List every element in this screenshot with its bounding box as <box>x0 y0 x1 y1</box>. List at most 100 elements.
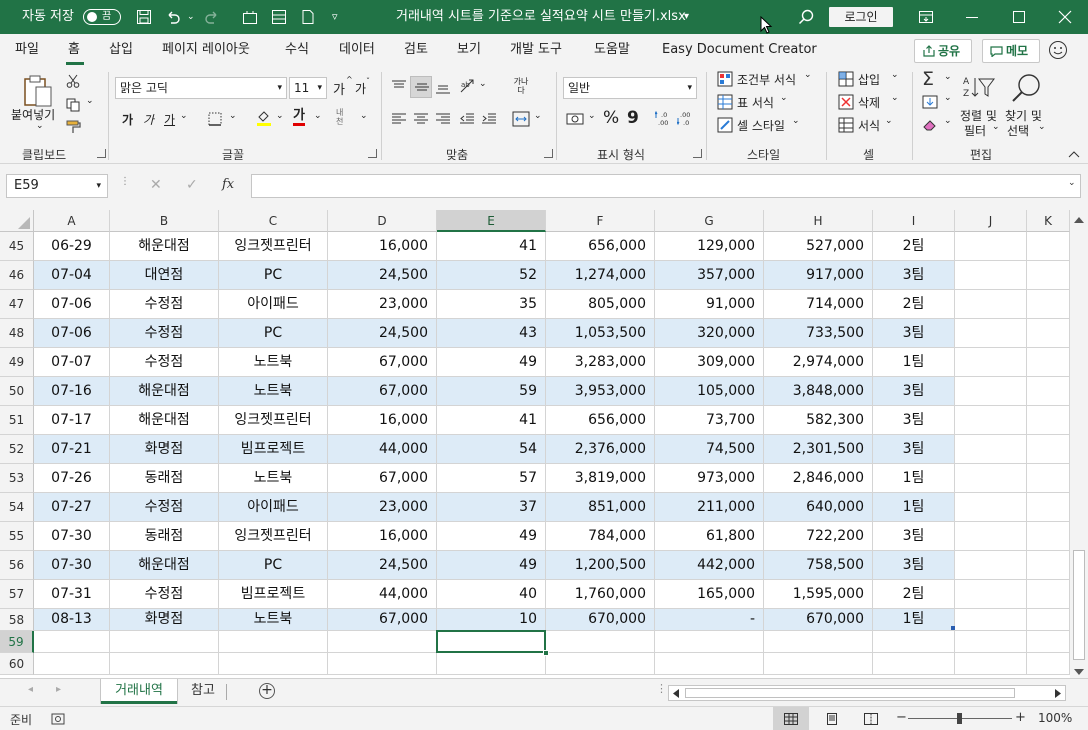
font-name-select[interactable]: 맑은 고딕 ▾ <box>115 77 287 99</box>
row-header-49[interactable]: 49 <box>0 348 34 377</box>
find-select-icon[interactable] <box>1010 72 1042 104</box>
column-header-e[interactable]: E <box>437 210 546 232</box>
cell-a49[interactable]: 07-07 <box>34 348 110 377</box>
cell-a53[interactable]: 07-26 <box>34 464 110 493</box>
cell-j57[interactable] <box>955 580 1027 609</box>
conditional-formatting-dropdown-icon[interactable]: ⌄ <box>804 70 812 80</box>
tab-view[interactable]: 보기 <box>457 34 481 66</box>
cell-c52[interactable]: 빔프로젝트 <box>219 435 328 464</box>
row-header-46[interactable]: 46 <box>0 261 34 290</box>
cell-a50[interactable]: 07-16 <box>34 377 110 406</box>
cell-d59[interactable] <box>328 631 437 653</box>
cell-j51[interactable] <box>955 406 1027 435</box>
align-left-icon[interactable] <box>391 112 407 126</box>
cell-i50[interactable]: 3팀 <box>873 377 955 406</box>
cell-e55[interactable]: 49 <box>437 522 546 551</box>
cell-i59[interactable] <box>873 631 955 653</box>
fill-icon[interactable] <box>922 95 938 109</box>
cell-a58[interactable]: 08-13 <box>34 609 110 631</box>
formula-input[interactable] <box>251 174 1081 198</box>
cell-k50[interactable] <box>1027 377 1070 406</box>
cell-j48[interactable] <box>955 319 1027 348</box>
customize-toolbar-icon[interactable]: ▿ <box>332 0 338 34</box>
ribbon-display-options-icon[interactable] <box>918 9 934 25</box>
undo-icon[interactable] <box>165 9 181 25</box>
cell-c54[interactable]: 아이패드 <box>219 493 328 522</box>
cell-k57[interactable] <box>1027 580 1070 609</box>
cell-b47[interactable]: 수정점 <box>110 290 219 319</box>
row-header-59[interactable]: 59 <box>0 631 34 653</box>
cell-i51[interactable]: 3팀 <box>873 406 955 435</box>
prev-sheet-icon[interactable]: ◂ <box>28 684 33 695</box>
tab-insert[interactable]: 삽입 <box>109 34 133 66</box>
cell-e54[interactable]: 37 <box>437 493 546 522</box>
row-header-54[interactable]: 54 <box>0 493 34 522</box>
cell-k55[interactable] <box>1027 522 1070 551</box>
tab-page-layout[interactable]: 페이지 레이아웃 <box>162 34 250 66</box>
cell-a47[interactable]: 07-06 <box>34 290 110 319</box>
cell-b48[interactable]: 수정점 <box>110 319 219 348</box>
new-file-icon[interactable] <box>300 9 316 25</box>
cell-k53[interactable] <box>1027 464 1070 493</box>
fill-color-icon[interactable] <box>256 110 272 126</box>
paste-icon[interactable] <box>22 74 54 108</box>
tab-easy-document-creator[interactable]: Easy Document Creator <box>662 34 817 66</box>
cell-g49[interactable]: 309,000 <box>655 348 764 377</box>
horizontal-scrollbar[interactable] <box>668 685 1066 701</box>
cell-j54[interactable] <box>955 493 1027 522</box>
cell-b52[interactable]: 화명점 <box>110 435 219 464</box>
format-as-table-label[interactable]: 표 서식 <box>737 94 774 111</box>
column-header-h[interactable]: H <box>764 210 873 232</box>
format-cells-dropdown-icon[interactable]: ⌄ <box>885 116 893 126</box>
cell-d52[interactable]: 44,000 <box>328 435 437 464</box>
cell-c53[interactable]: 노트북 <box>219 464 328 493</box>
cell-h53[interactable]: 2,846,000 <box>764 464 873 493</box>
cell-i54[interactable]: 1팀 <box>873 493 955 522</box>
select-all-button[interactable] <box>0 210 34 232</box>
cell-b46[interactable]: 대연점 <box>110 261 219 290</box>
undo-dropdown-icon[interactable]: ⌄ <box>187 0 195 34</box>
close-icon[interactable] <box>1057 9 1073 25</box>
cell-f53[interactable]: 3,819,000 <box>546 464 655 493</box>
align-top-icon[interactable] <box>391 80 407 94</box>
tab-formulas[interactable]: 수식 <box>285 34 309 66</box>
cell-f59[interactable] <box>546 631 655 653</box>
add-sheet-button[interactable]: + <box>259 683 275 699</box>
cell-i46[interactable]: 3팀 <box>873 261 955 290</box>
cell-a45[interactable]: 06-29 <box>34 232 110 261</box>
title-dropdown-icon[interactable]: ▾ <box>684 0 689 34</box>
paste-label[interactable]: 붙여넣기 <box>11 106 55 123</box>
number-format-select[interactable]: 일반 ▾ <box>563 77 697 99</box>
cell-h48[interactable]: 733,500 <box>764 319 873 348</box>
cell-c59[interactable] <box>219 631 328 653</box>
cell-e53[interactable]: 57 <box>437 464 546 493</box>
autosum-button[interactable]: Σ <box>922 68 934 90</box>
accounting-dropdown-icon[interactable]: ⌄ <box>588 111 596 121</box>
cell-d48[interactable]: 24,500 <box>328 319 437 348</box>
cell-a46[interactable]: 07-04 <box>34 261 110 290</box>
insert-cells-label[interactable]: 삽입 <box>858 71 880 88</box>
page-layout-view-icon[interactable] <box>825 713 839 725</box>
cell-a54[interactable]: 07-27 <box>34 493 110 522</box>
scroll-down-icon[interactable] <box>1074 668 1084 676</box>
cell-h50[interactable]: 3,848,000 <box>764 377 873 406</box>
comma-style-button[interactable]: 9 <box>627 108 639 128</box>
percent-style-button[interactable]: % <box>603 108 619 128</box>
cell-g56[interactable]: 442,000 <box>655 551 764 580</box>
cell-g45[interactable]: 129,000 <box>655 232 764 261</box>
cell-e56[interactable]: 49 <box>437 551 546 580</box>
conditional-formatting-label[interactable]: 조건부 서식 <box>737 71 796 88</box>
column-header-b[interactable]: B <box>110 210 219 232</box>
accounting-format-icon[interactable] <box>566 112 584 126</box>
cell-j55[interactable] <box>955 522 1027 551</box>
cell-c56[interactable]: PC <box>219 551 328 580</box>
underline-button[interactable]: 가 <box>164 111 175 128</box>
horizontal-scroll-thumb[interactable] <box>685 688 1015 698</box>
cell-f48[interactable]: 1,053,500 <box>546 319 655 348</box>
cell-f47[interactable]: 805,000 <box>546 290 655 319</box>
cell-h59[interactable] <box>764 631 873 653</box>
cell-d55[interactable]: 16,000 <box>328 522 437 551</box>
next-sheet-icon[interactable]: ▸ <box>56 684 61 695</box>
cell-k46[interactable] <box>1027 261 1070 290</box>
copy-icon[interactable] <box>66 98 80 112</box>
